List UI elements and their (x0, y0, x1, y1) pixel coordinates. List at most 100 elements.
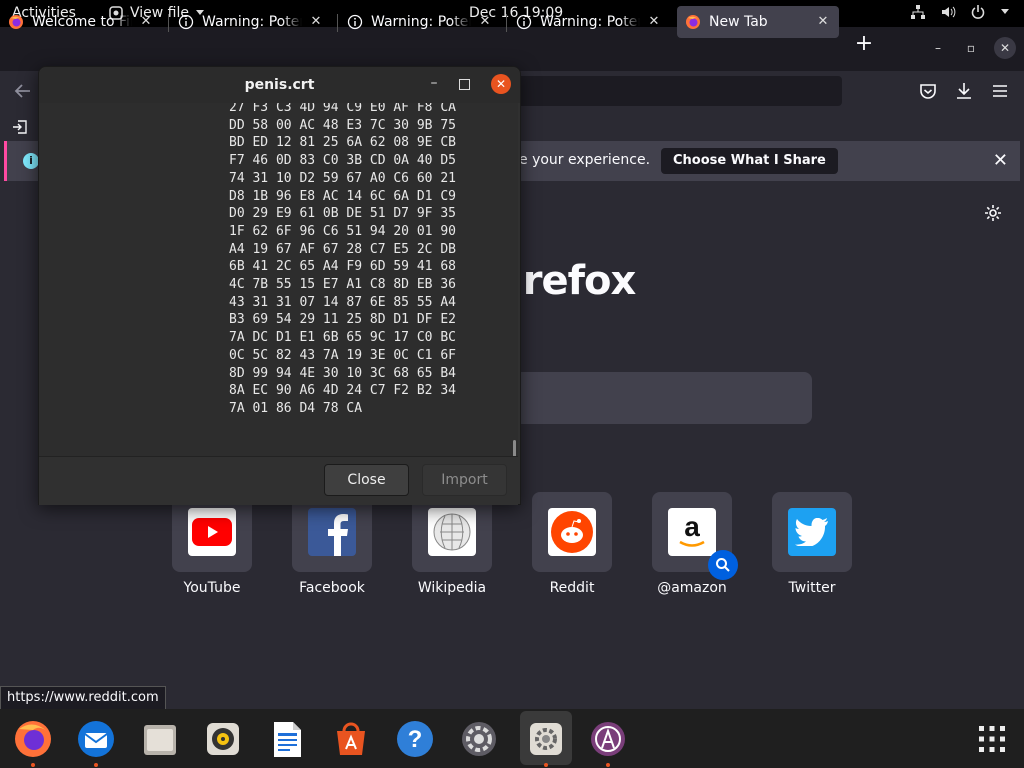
network-icon[interactable] (910, 4, 926, 20)
system-tray[interactable] (910, 4, 1010, 20)
minimize-window-button[interactable]: – (927, 37, 949, 59)
hex-line: 8A EC 90 A6 4D 24 C7 F2 B2 34 (229, 383, 456, 399)
newtab-search-input[interactable] (505, 372, 812, 424)
hex-line: 7A 01 86 D4 78 CA (229, 400, 363, 416)
rhythmbox-icon[interactable] (201, 717, 245, 761)
hex-line: 8D 99 94 4E 30 10 3C 68 65 B4 (229, 365, 456, 381)
import-button[interactable]: Import (422, 464, 507, 496)
tab-warning-3[interactable]: Warning: Potential Security Risk Ahead ✕ (508, 6, 670, 38)
hex-line: 0C 5C 82 43 7A 19 3E 0C C1 6F (229, 347, 456, 363)
hex-line: D8 1B 96 E8 AC 14 6C 6A D1 C9 (229, 188, 456, 204)
hex-line: 4C 7B 55 15 E7 A1 C8 8D EB 36 (229, 277, 456, 293)
hex-line: BD ED 12 81 25 6A 62 08 9E CB (229, 135, 456, 151)
new-tab-button[interactable]: + (852, 33, 876, 57)
minimize-dialog-button[interactable]: – (427, 75, 441, 91)
top-site-label: Facebook (299, 580, 365, 596)
downloads-icon[interactable] (953, 80, 975, 102)
maximize-dialog-button[interactable] (459, 79, 470, 90)
tab-label: Warning: Potential Security Risk Ahead (202, 14, 302, 30)
info-icon (178, 14, 194, 30)
top-site-wikipedia[interactable]: Wikipedia (412, 492, 492, 596)
software-icon[interactable] (329, 717, 373, 761)
thunderbird-icon[interactable] (74, 717, 118, 761)
tab-warning-1[interactable]: Warning: Potential Security Risk Ahead ✕ (170, 6, 332, 38)
scrollbar-thumb[interactable] (513, 440, 516, 456)
tile-box: a (652, 492, 738, 580)
twitter-icon (788, 508, 836, 556)
top-site-amazon[interactable]: a @amazon (652, 492, 738, 596)
close-tab-icon[interactable]: ✕ (138, 14, 154, 30)
back-icon[interactable] (12, 80, 34, 102)
help-icon[interactable]: ? (393, 717, 437, 761)
app-icon[interactable] (586, 717, 630, 761)
hex-line: A4 19 67 AF 67 28 C7 E5 2C DB (229, 241, 456, 257)
close-tab-icon[interactable]: ✕ (646, 14, 662, 30)
show-apps-icon[interactable] (970, 717, 1014, 761)
hex-line: D0 29 E9 61 0B DE 51 D7 9F 35 (229, 206, 456, 222)
files-icon[interactable] (138, 717, 182, 761)
hex-line: 1F 62 6F 96 C6 51 94 20 01 90 (229, 223, 456, 239)
close-tab-icon[interactable]: ✕ (477, 14, 493, 30)
hex-line: DD 58 00 AC 48 E3 7C 30 9B 75 (229, 117, 456, 133)
hex-line: 74 31 10 D2 59 67 A0 C6 60 21 (229, 170, 456, 186)
certificate-file-dialog: penis.crt – ✕ 27 F3 C3 4D 94 C9 E0 AF F8… (38, 66, 521, 505)
top-site-label: Wikipedia (417, 580, 487, 596)
tile-box (772, 492, 852, 572)
volume-icon[interactable] (940, 4, 956, 20)
youtube-icon (188, 508, 236, 556)
tab-label: Warning: Potential Security Risk Ahead (371, 14, 471, 30)
close-icon[interactable]: ✕ (993, 150, 1008, 171)
firefox-icon (686, 15, 700, 29)
top-site-youtube[interactable]: YouTube (172, 492, 252, 596)
top-site-twitter[interactable]: Twitter (772, 492, 852, 596)
writer-icon[interactable] (265, 717, 309, 761)
info-icon: i (23, 153, 39, 169)
top-site-reddit[interactable]: Reddit (532, 492, 612, 596)
svg-text:a: a (684, 512, 700, 542)
tab-welcome[interactable]: Welcome to Firefox ✕ (0, 6, 162, 38)
choose-what-i-share-button[interactable]: Choose What I Share (661, 148, 838, 174)
reddit-icon (548, 508, 596, 556)
top-site-label: YouTube (183, 580, 241, 596)
menu-icon[interactable] (989, 80, 1011, 102)
settings-icon[interactable] (524, 717, 568, 761)
power-icon[interactable] (970, 4, 986, 20)
tab-label: Warning: Potential Security Risk Ahead (540, 14, 640, 30)
import-bookmarks-icon[interactable] (12, 119, 28, 135)
url-bar[interactable] (505, 76, 842, 106)
notification-text: e your experience. (519, 152, 651, 168)
top-site-label: Reddit (549, 580, 595, 596)
hex-line: F7 46 0D 83 C0 3B CD 0A 40 D5 (229, 153, 456, 169)
tab-separator (168, 14, 169, 32)
close-tab-icon[interactable]: ✕ (308, 14, 324, 30)
software-updater-icon[interactable] (457, 717, 501, 761)
gear-icon[interactable] (983, 203, 1003, 223)
tab-warning-2[interactable]: Warning: Potential Security Risk Ahead ✕ (339, 6, 501, 38)
maximize-window-button[interactable]: ▫ (960, 37, 982, 59)
firefox-wordmark: irefox (510, 258, 636, 304)
certificate-hex-view[interactable]: 27 F3 C3 4D 94 C9 E0 AF F8 CA DD 58 00 AC… (39, 103, 518, 456)
tab-label: Welcome to Firefox (32, 14, 132, 30)
tab-new-tab[interactable]: New Tab ✕ (677, 6, 839, 38)
wikipedia-icon (428, 508, 476, 556)
running-indicator (94, 763, 98, 767)
hex-line: 43 31 31 07 14 87 6E 85 55 A4 (229, 294, 456, 310)
top-site-label: Twitter (788, 580, 836, 596)
svg-text:?: ? (408, 726, 423, 753)
running-indicator (544, 763, 548, 767)
close-window-button[interactable]: ✕ (994, 37, 1016, 59)
firefox-icon[interactable] (11, 717, 55, 761)
pocket-icon[interactable] (917, 80, 939, 102)
dialog-title: penis.crt (244, 77, 315, 93)
close-tab-icon[interactable]: ✕ (815, 14, 831, 30)
hex-line: B3 69 54 29 11 25 8D D1 DF E2 (229, 312, 456, 328)
dialog-titlebar[interactable]: penis.crt – ✕ (39, 67, 520, 103)
top-site-facebook[interactable]: Facebook (292, 492, 372, 596)
hex-dump: 27 F3 C3 4D 94 C9 E0 AF F8 CA DD 58 00 AC… (229, 103, 456, 418)
dialog-footer: Close Import (39, 456, 518, 505)
close-button[interactable]: Close (324, 464, 409, 496)
tile-box (532, 492, 612, 572)
running-indicator (606, 763, 610, 767)
chevron-down-icon[interactable] (1000, 8, 1010, 16)
close-dialog-button[interactable]: ✕ (491, 74, 511, 94)
